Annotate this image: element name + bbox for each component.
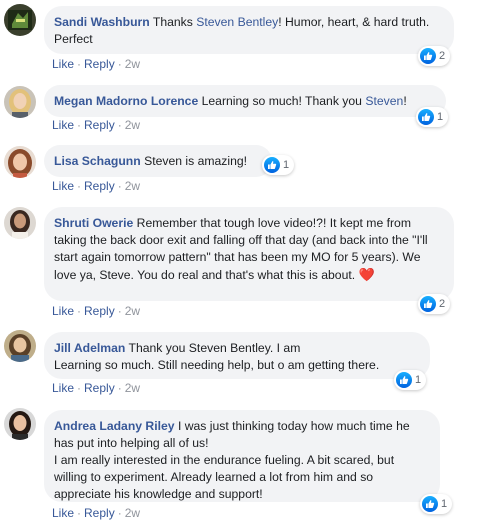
like-link[interactable]: Like [52, 57, 74, 71]
avatar[interactable] [4, 146, 36, 178]
reaction-count: 2 [439, 50, 446, 62]
timestamp[interactable]: 2w [125, 506, 140, 520]
comment-bubble: Jill Adelman Thank you Steven Bentley. I… [44, 332, 430, 379]
comment-bubble: Andrea Ladany Riley I was just thinking … [44, 410, 440, 502]
reply-link[interactable]: Reply [84, 506, 115, 520]
timestamp[interactable]: 2w [125, 304, 140, 318]
comment-actions: Like · Reply · 2w [52, 506, 140, 520]
timestamp[interactable]: 2w [125, 381, 140, 395]
comment-bubble: Lisa Schagunn Steven is amazing! [44, 145, 272, 177]
reaction-count: 1 [415, 374, 422, 386]
like-link[interactable]: Like [52, 118, 74, 132]
separator: · [77, 381, 82, 395]
comment-text: Thank you Steven Bentley. I am [125, 341, 301, 355]
avatar[interactable] [4, 86, 36, 118]
comment-text-line-2: I am really interested in the endurance … [54, 453, 395, 501]
comment-actions: Like · Reply · 2w [52, 179, 140, 193]
reaction-count-badge[interactable]: 2 [418, 46, 451, 66]
like-link[interactable]: Like [52, 381, 74, 395]
reply-link[interactable]: Reply [84, 57, 115, 71]
comment-text-line-2: Learning so much. Still needing help, bu… [54, 358, 380, 372]
reaction-count: 1 [441, 498, 448, 510]
like-thumb-icon [396, 372, 412, 388]
comment-text: Steven is amazing! [140, 154, 248, 168]
reaction-count-badge[interactable]: 1 [416, 107, 449, 127]
comment-text: Learning so much! Thank you [198, 94, 366, 108]
separator: · [117, 179, 122, 193]
comment-text: ! [403, 94, 407, 108]
separator: · [77, 57, 82, 71]
like-link[interactable]: Like [52, 304, 74, 318]
separator: · [117, 57, 122, 71]
comment-author[interactable]: Megan Madorno Lorence [54, 94, 198, 108]
comment-author[interactable]: Andrea Ladany Riley [54, 419, 175, 433]
timestamp[interactable]: 2w [125, 118, 140, 132]
comment-author[interactable]: Jill Adelman [54, 341, 125, 355]
like-thumb-icon [420, 48, 436, 64]
heart-emoji: ❤️ [358, 267, 375, 282]
avatar[interactable] [4, 408, 36, 440]
like-thumb-icon [264, 157, 280, 173]
comment-author[interactable]: Sandi Washburn [54, 15, 150, 29]
comment-author[interactable]: Lisa Schagunn [54, 154, 141, 168]
comment-actions: Like · Reply · 2w [52, 57, 140, 71]
reaction-count-badge[interactable]: 1 [420, 494, 453, 514]
comment-actions: Like · Reply · 2w [52, 381, 140, 395]
comment-bubble: Sandi Washburn Thanks Steven Bentley! Hu… [44, 6, 454, 54]
reaction-count-badge[interactable]: 1 [262, 155, 295, 175]
like-link[interactable]: Like [52, 506, 74, 520]
avatar[interactable] [4, 4, 36, 36]
reaction-count-badge[interactable]: 2 [418, 294, 451, 314]
timestamp[interactable]: 2w [125, 179, 140, 193]
separator: · [77, 118, 82, 132]
reaction-count: 1 [283, 159, 290, 171]
comment-bubble: Shruti Owerie Remember that tough love v… [44, 207, 454, 301]
separator: · [117, 506, 122, 520]
avatar[interactable] [4, 207, 36, 239]
like-thumb-icon [418, 109, 434, 125]
comment-actions: Like · Reply · 2w [52, 304, 140, 318]
reaction-count: 2 [439, 298, 446, 310]
separator: · [117, 381, 122, 395]
comment-text: Thanks [149, 15, 197, 29]
comment-author[interactable]: Shruti Owerie [54, 216, 133, 230]
reaction-count-badge[interactable]: 1 [394, 370, 427, 390]
mention-link[interactable]: Steven Bentley [196, 15, 278, 29]
avatar[interactable] [4, 330, 36, 362]
timestamp[interactable]: 2w [125, 57, 140, 71]
comment-bubble: Megan Madorno Lorence Learning so much! … [44, 85, 446, 117]
reply-link[interactable]: Reply [84, 179, 115, 193]
separator: · [77, 506, 82, 520]
reply-link[interactable]: Reply [84, 381, 115, 395]
separator: · [117, 304, 122, 318]
reply-link[interactable]: Reply [84, 118, 115, 132]
like-thumb-icon [420, 296, 436, 312]
separator: · [77, 179, 82, 193]
separator: · [77, 304, 82, 318]
mention-link[interactable]: Steven [365, 94, 403, 108]
separator: · [117, 118, 122, 132]
reaction-count: 1 [437, 111, 444, 123]
like-link[interactable]: Like [52, 179, 74, 193]
comment-actions: Like · Reply · 2w [52, 118, 140, 132]
reply-link[interactable]: Reply [84, 304, 115, 318]
like-thumb-icon [422, 496, 438, 512]
